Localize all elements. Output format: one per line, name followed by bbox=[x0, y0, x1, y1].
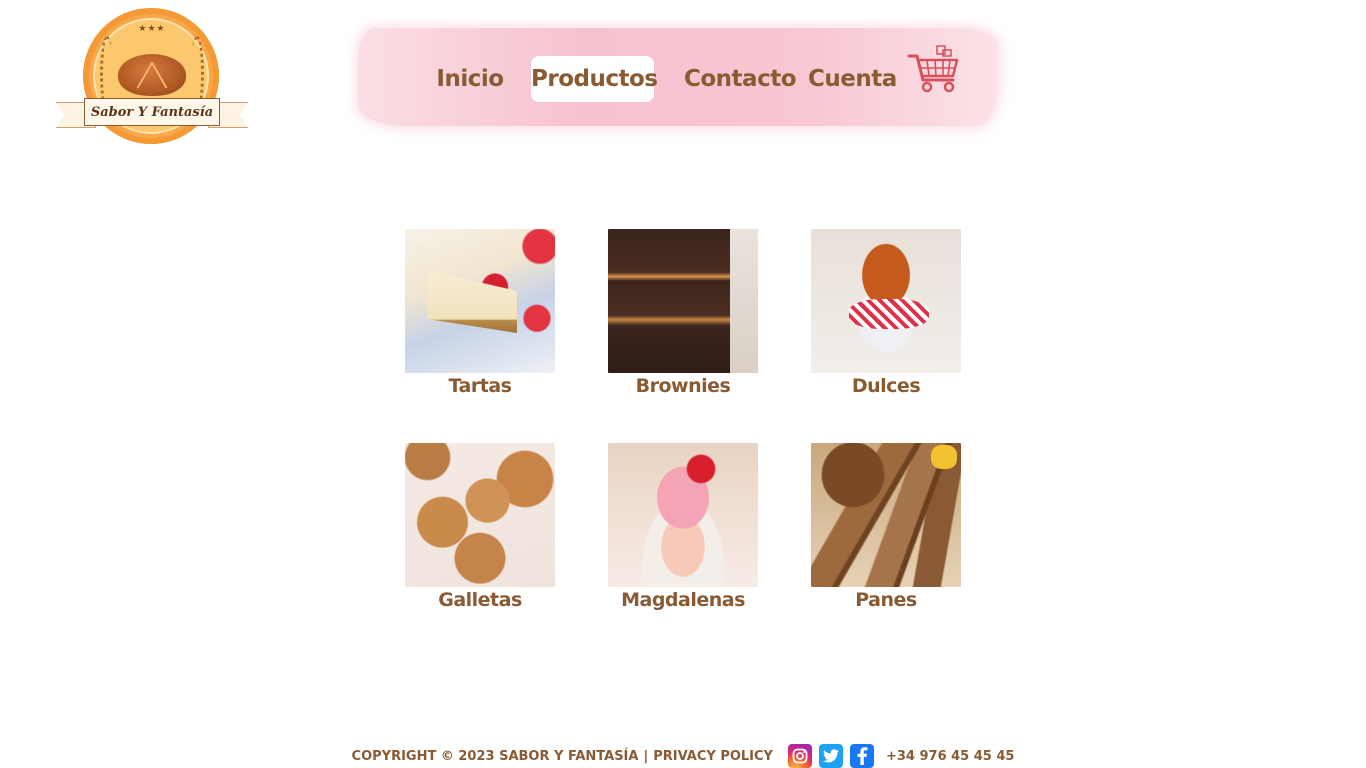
product-name[interactable]: Brownies bbox=[608, 373, 758, 399]
nav-item-productos[interactable]: Productos bbox=[531, 56, 658, 102]
phone-number: +34 976 45 45 45 bbox=[885, 748, 1015, 764]
cookies-photo[interactable] bbox=[405, 443, 555, 587]
nav-item-cuenta[interactable]: Cuenta bbox=[808, 56, 897, 102]
product-card-panes[interactable]: Panes bbox=[811, 443, 961, 613]
logo-text: Sabor Y Fantasía bbox=[84, 98, 220, 126]
shopping-cart-icon[interactable] bbox=[907, 44, 961, 94]
nav-item-inicio[interactable]: Inicio bbox=[424, 56, 516, 102]
nav-item-contacto[interactable]: Contacto bbox=[684, 56, 797, 102]
product-card-brownies[interactable]: Brownies bbox=[608, 229, 758, 399]
bread-icon bbox=[118, 54, 186, 96]
logo-ribbon: Sabor Y Fantasía bbox=[54, 98, 250, 130]
brand-logo[interactable]: ★★★ Sabor Y Fantasía bbox=[54, 8, 250, 146]
logo-stars: ★★★ bbox=[138, 24, 166, 34]
cupcake-photo[interactable] bbox=[608, 443, 758, 587]
brownies-photo[interactable] bbox=[608, 229, 758, 373]
instagram-icon[interactable] bbox=[787, 744, 812, 768]
product-card-dulces[interactable]: Dulces bbox=[811, 229, 961, 399]
twitter-icon[interactable] bbox=[818, 744, 843, 768]
facebook-icon[interactable] bbox=[849, 744, 874, 768]
product-name[interactable]: Tartas bbox=[405, 373, 555, 399]
product-name[interactable]: Dulces bbox=[811, 373, 961, 399]
product-card-galletas[interactable]: Galletas bbox=[405, 443, 555, 613]
banana-bread-photo[interactable] bbox=[811, 443, 961, 587]
cheesecake-photo[interactable] bbox=[405, 229, 555, 373]
product-card-tartas[interactable]: Tartas bbox=[405, 229, 555, 399]
candied-nuts-jar-photo[interactable] bbox=[811, 229, 961, 373]
privacy-policy-link[interactable]: PRIVACY POLICY bbox=[653, 749, 773, 764]
product-name[interactable]: Panes bbox=[811, 587, 961, 613]
footer: COPYRIGHT © 2023 SABOR Y FANTASÍA | PRIV… bbox=[0, 744, 1366, 768]
footer-separator: | bbox=[643, 748, 649, 764]
copyright-text: COPYRIGHT © 2023 SABOR Y FANTASÍA bbox=[351, 748, 639, 764]
product-name[interactable]: Magdalenas bbox=[608, 587, 758, 613]
main-navigation: Inicio Productos Contacto Cuenta bbox=[358, 28, 998, 126]
product-name[interactable]: Galletas bbox=[405, 587, 555, 613]
product-card-magdalenas[interactable]: Magdalenas bbox=[608, 443, 758, 613]
